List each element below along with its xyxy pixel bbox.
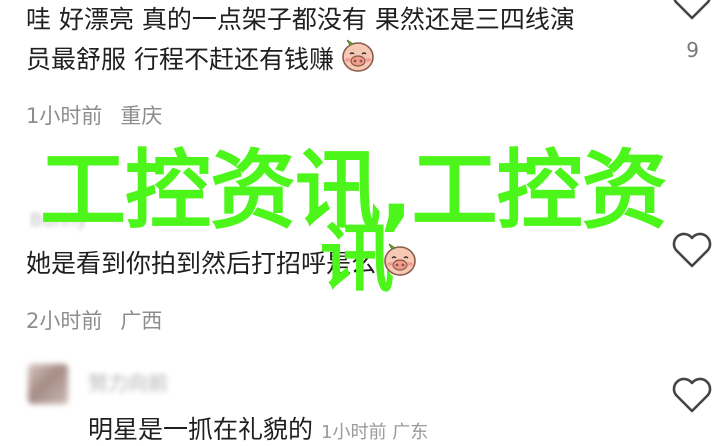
comment-item: 哇 好漂亮 真的一点架子都没有 果然还是三四线演员最舒服 行程不赶还有钱赚 1小… <box>0 0 721 135</box>
comment-text-content: 哇 好漂亮 真的一点架子都没有 果然还是三四线演员最舒服 行程不赶还有钱赚 <box>26 5 575 74</box>
like-button[interactable] <box>671 230 713 270</box>
avatar[interactable] <box>28 364 68 404</box>
comment-item: Bunny 她是看到你拍到然后打招呼是么 2小时前 广西 <box>0 210 721 350</box>
like-button[interactable] <box>671 0 713 22</box>
like-count: 9 <box>686 38 699 62</box>
comment-meta: 2小时前 广西 <box>26 305 162 335</box>
heart-icon <box>672 232 712 268</box>
comment-text: 哇 好漂亮 真的一点架子都没有 果然还是三四线演员最舒服 行程不赶还有钱赚 <box>26 2 586 84</box>
like-button[interactable] <box>671 375 713 415</box>
comment-text-content: 明星是一抓在礼貌的 <box>88 415 314 444</box>
comment-text: 她是看到你拍到然后打招呼是么 <box>26 242 586 288</box>
comment-text: 明星是一抓在礼貌的 1小时前 广东 <box>88 410 428 446</box>
heart-icon <box>672 377 712 413</box>
blushing-pig-emoji-icon <box>380 242 420 288</box>
comment-time: 1小时前 <box>26 104 103 128</box>
comment-region: 重庆 <box>120 104 163 128</box>
comment-username[interactable]: 努力向前 <box>88 367 168 396</box>
blushing-pig-emoji-icon <box>338 38 378 84</box>
heart-icon <box>673 0 711 20</box>
comment-username[interactable]: Bunny <box>30 210 87 231</box>
comment-meta: 1小时前 广东 <box>321 422 429 443</box>
comment-meta: 1小时前 重庆 <box>26 100 162 130</box>
comment-region: 广西 <box>120 309 163 333</box>
comment-item: 努力向前 明星是一抓在礼貌的 1小时前 广东 <box>0 350 721 444</box>
comment-text-content: 她是看到你拍到然后打招呼是么 <box>26 249 377 278</box>
comment-time: 2小时前 <box>26 309 103 333</box>
